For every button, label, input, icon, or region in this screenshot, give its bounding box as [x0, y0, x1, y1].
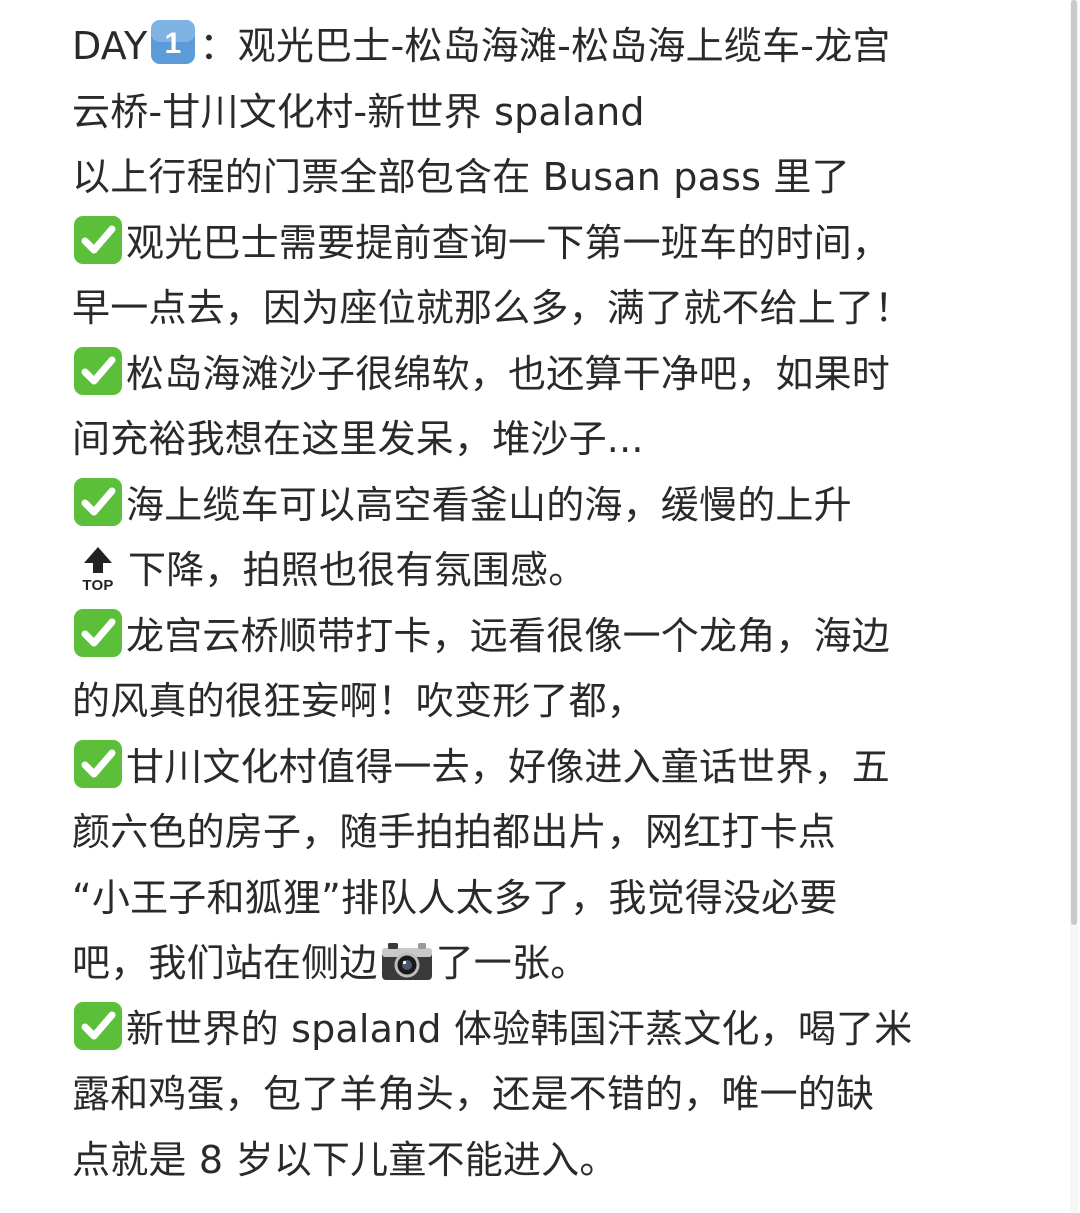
- check-mark-icon: [74, 477, 122, 526]
- note-line-18: 点就是 8 岁以下儿童不能进入。: [72, 1137, 618, 1182]
- note-line-11: 的风真的很狂妄啊！吹变形了都，: [72, 679, 646, 723]
- tip-village: 甘川文化村值得一去，好像进入童话世界，五: [126, 744, 891, 789]
- note-line-10: 龙宫云桥顺带打卡，远看很像一个龙角，海边: [72, 604, 1012, 670]
- check-mark-icon: [74, 346, 122, 395]
- top-arrow-icon: TOP: [82, 547, 113, 593]
- tip-cable-car: 海上缆车可以高空看釜山的海，缓慢的上升: [126, 482, 852, 527]
- tip-beach: 松岛海滩沙子很绵软，也还算干净吧，如果时: [126, 351, 891, 396]
- note-line-3: 以上行程的门票全部包含在 Busan pass 里了: [72, 155, 850, 199]
- camera-icon: [381, 943, 432, 980]
- svg-text:1: 1: [165, 27, 182, 60]
- check-mark-icon: [74, 215, 122, 264]
- tip-spaland: 新世界的 spaland 体验韩国汗蒸文化，喝了米: [126, 1006, 913, 1051]
- check-mark-icon: [74, 1001, 122, 1050]
- note-line-2: 云桥-甘川文化村-新世界 spaland: [72, 89, 645, 134]
- check-mark-icon: [74, 608, 122, 657]
- svg-text:TOP: TOP: [82, 577, 113, 593]
- note-line-7: 间充裕我想在这里发呆，堆沙子...: [72, 417, 644, 461]
- note-line-4: 观光巴士需要提前查询一下第一班车的时间，: [72, 211, 1012, 277]
- note-line-15: 吧，我们站在侧边 了一张。: [72, 931, 1012, 997]
- tip-cable-car-cont: 下降，拍照也很有氛围感。: [128, 548, 587, 592]
- note-line-9: TOP 下降，拍照也很有氛围感。: [72, 538, 1012, 604]
- note-line-5: 早一点去，因为座位就那么多，满了就不给上了！: [72, 286, 913, 330]
- tip-village-cont: 吧，我们站在侧边: [72, 941, 378, 985]
- scrollbar-thumb[interactable]: [1071, 0, 1077, 925]
- note-line-17: 露和鸡蛋，包了羊角头，还是不错的，唯一的缺: [72, 1072, 875, 1116]
- note-line-16: 新世界的 spaland 体验韩国汗蒸文化，喝了米: [72, 997, 1012, 1063]
- note-line-13: 颜六色的房子，随手拍拍都出片，网红打卡点: [72, 810, 837, 854]
- itinerary-route: ：观光巴士-松岛海滩-松岛海上缆车-龙宫: [199, 24, 891, 68]
- note-line-12: 甘川文化村值得一去，好像进入童话世界，五: [72, 735, 1012, 801]
- tip-village-end: 了一张。: [435, 941, 589, 985]
- note-body: DAY 1 ：观光巴士-松岛海滩-松岛海上缆车-龙宫 云桥-甘川文化村-新世界 sp…: [72, 14, 1012, 1193]
- day-label: DAY: [72, 24, 148, 68]
- keycap-one-icon: 1: [151, 20, 196, 64]
- note-line-1: DAY 1 ：观光巴士-松岛海滩-松岛海上缆车-龙宫: [72, 14, 1012, 80]
- note-line-8: 海上缆车可以高空看釜山的海，缓慢的上升: [72, 473, 1012, 539]
- check-mark-icon: [74, 739, 122, 788]
- note-line-6: 松岛海滩沙子很绵软，也还算干净吧，如果时: [72, 342, 1012, 408]
- tip-bus: 观光巴士需要提前查询一下第一班车的时间，: [126, 220, 891, 265]
- tip-bridge: 龙宫云桥顺带打卡，远看很像一个龙角，海边: [126, 613, 891, 658]
- note-line-14: “小王子和狐狸”排队人太多了，我觉得没必要: [72, 875, 838, 920]
